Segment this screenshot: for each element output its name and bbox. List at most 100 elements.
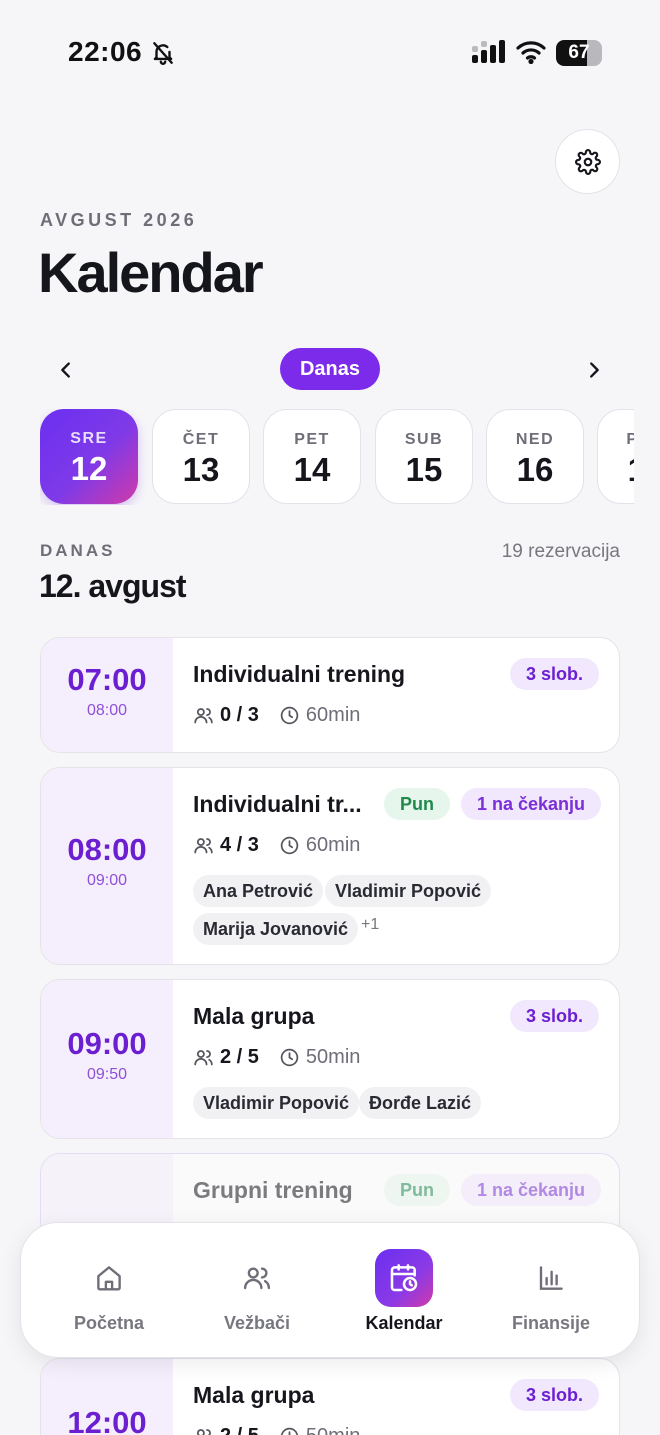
bar-chart-icon	[522, 1249, 580, 1307]
day-name: SRE	[70, 430, 108, 447]
participant-count: 4 / 3	[220, 834, 259, 856]
nav-label: Početna	[73, 1313, 145, 1333]
day-name: PET	[294, 431, 330, 448]
day-number: 17	[598, 451, 634, 489]
free-spots-badge: 3 slob.	[509, 1000, 599, 1032]
full-badge: Pun	[384, 1174, 450, 1206]
signal-icon	[472, 40, 505, 63]
nav-label: Vežbači	[223, 1313, 291, 1333]
time-column: 07:00 08:00	[41, 638, 173, 752]
session-name: Mala grupa	[193, 1382, 315, 1408]
day-number: 16	[516, 451, 554, 488]
day-chip[interactable]: NED 16	[486, 409, 584, 504]
session-meta: 2 / 5 50min	[193, 1425, 360, 1435]
day-name: ČET	[182, 431, 220, 448]
people-icon	[194, 1050, 213, 1066]
wifi-icon	[516, 41, 546, 64]
day-chip[interactable]: PON 17	[597, 409, 634, 504]
start-time: 12:00	[67, 1405, 147, 1435]
previous-week-button[interactable]	[48, 352, 84, 388]
participant-count: 0 / 3	[220, 704, 259, 726]
calendar-clock-icon	[375, 1249, 433, 1307]
day-chip[interactable]: PET 14	[263, 409, 361, 504]
session-card[interactable]: 08:00 09:00 Individualni tr... Pun 1 na …	[40, 767, 620, 965]
section-label: DANAS	[40, 541, 116, 560]
participant-chip: Vladimir Popović	[193, 1087, 360, 1119]
section-date: 12. avgust	[39, 568, 187, 604]
duration: 50min	[305, 1046, 361, 1068]
nav-item-calendar[interactable]: Kalendar	[329, 1223, 479, 1359]
home-icon	[80, 1249, 138, 1307]
nav-label: Finansije	[511, 1313, 591, 1333]
status-time: 22:06	[68, 36, 143, 67]
people-icon	[194, 838, 213, 854]
nav-label: Kalendar	[365, 1313, 443, 1333]
page-title: Kalendar	[38, 241, 264, 304]
day-name: SUB	[404, 431, 444, 448]
chevron-right-icon	[590, 362, 599, 378]
start-time: 07:00	[67, 662, 147, 697]
participant-chip: Ana Petrović	[193, 875, 324, 907]
duration: 60min	[305, 834, 361, 856]
day-name: PON	[626, 431, 634, 448]
end-time: 08:00	[86, 702, 128, 719]
session-name: Grupni trening	[193, 1177, 353, 1203]
month-label: AVGUST 2026	[40, 210, 198, 230]
waitlist-badge: 1 na čekanju	[461, 788, 602, 820]
participant-count: 2 / 5	[220, 1425, 259, 1435]
people-icon	[194, 708, 213, 724]
participant-count: 2 / 5	[220, 1046, 259, 1068]
end-time: 09:00	[86, 872, 128, 889]
waitlist-badge: 1 na čekanju	[461, 1174, 602, 1206]
day-number: 12	[70, 450, 108, 487]
reservation-count: 19 rezervacija	[501, 541, 620, 562]
battery-level: 67	[568, 42, 590, 63]
next-week-button[interactable]	[576, 352, 612, 388]
time-column: 09:00 09:50	[41, 980, 173, 1138]
clock-icon	[280, 1048, 299, 1067]
session-card[interactable]: 09:00 09:50 Mala grupa 3 slob. 2 / 5 50m…	[40, 979, 620, 1139]
session-meta: 0 / 3 60min	[193, 704, 360, 727]
day-chip[interactable]: ČET 13	[152, 409, 250, 504]
people-icon	[228, 1249, 286, 1307]
end-time: 09:50	[86, 1066, 128, 1083]
start-time: 09:00	[67, 1026, 147, 1061]
bell-muted-icon	[153, 42, 173, 65]
battery-indicator: 67	[556, 40, 602, 66]
chevron-left-icon	[61, 362, 70, 378]
today-button[interactable]: Danas	[280, 348, 380, 390]
session-name: Mala grupa	[193, 1003, 315, 1029]
nav-item-trainees[interactable]: Vežbači	[182, 1223, 332, 1359]
day-name: NED	[515, 431, 555, 448]
session-card[interactable]: 12:00 Mala grupa 3 slob. 2 / 5 50min	[40, 1358, 620, 1435]
duration: 50min	[306, 1425, 360, 1435]
bottom-navigation: Početna Vežbači Kalendar Finansije	[20, 1222, 640, 1358]
day-number: 14	[293, 451, 331, 488]
session-card[interactable]: 07:00 08:00 Individualni trening 3 slob.…	[40, 637, 620, 753]
day-number: 15	[405, 451, 443, 488]
clock-icon	[280, 706, 299, 725]
clock-icon	[280, 836, 299, 855]
settings-button[interactable]	[555, 129, 620, 194]
session-meta: 2 / 5 50min	[193, 1046, 360, 1069]
session-name: Individualni tr...	[193, 791, 362, 817]
free-spots-badge: 3 slob.	[509, 658, 599, 690]
full-badge: Pun	[384, 788, 450, 820]
people-icon	[196, 1429, 211, 1435]
duration: 60min	[305, 704, 361, 726]
free-spots-badge: 3 slob.	[509, 1379, 599, 1411]
start-time: 08:00	[67, 832, 147, 867]
time-column: 08:00 09:00	[41, 768, 173, 964]
participant-chip: Marija Jovanović	[193, 913, 359, 945]
day-strip: SRE 12 ČET 13 PET 14 SUB 15 NED 16 PON 1…	[40, 409, 634, 505]
day-chip-active[interactable]: SRE 12	[40, 409, 138, 504]
status-bar: 22:06 67	[0, 0, 660, 100]
participant-chip: Vladimir Popović	[325, 875, 492, 907]
gear-icon	[574, 148, 601, 175]
nav-item-finances[interactable]: Finansije	[476, 1223, 626, 1359]
day-chip[interactable]: SUB 15	[375, 409, 473, 504]
nav-item-home[interactable]: Početna	[34, 1223, 184, 1359]
session-meta: 4 / 3 60min	[193, 834, 360, 857]
time-column: 12:00	[41, 1359, 173, 1435]
session-name: Individualni trening	[193, 661, 406, 687]
